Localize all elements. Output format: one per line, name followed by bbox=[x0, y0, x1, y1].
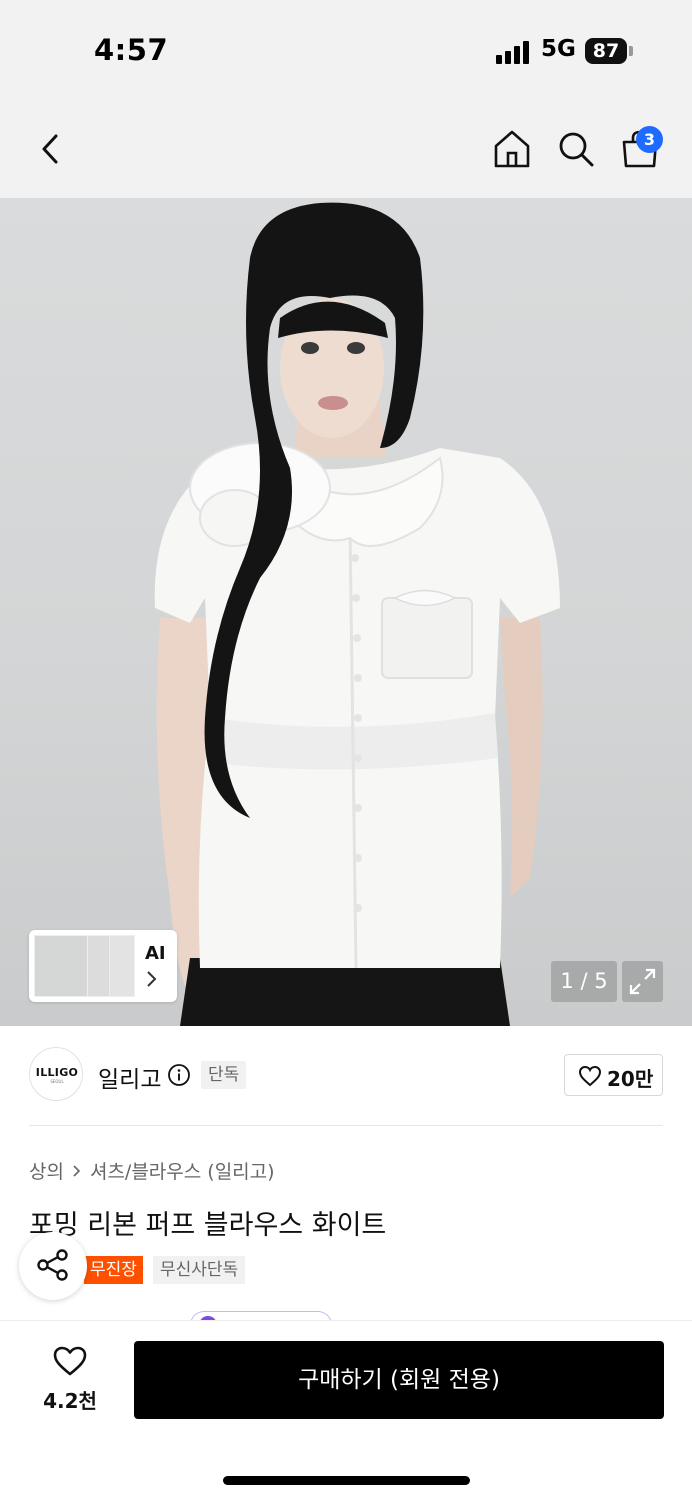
brand-logo[interactable]: ILLIGO SEOUL bbox=[29, 1047, 83, 1101]
brand-like-button[interactable]: 20만 bbox=[564, 1054, 663, 1096]
chevron-right-icon bbox=[147, 971, 157, 987]
home-indicator bbox=[223, 1476, 470, 1485]
free-install-tag: 무진장 bbox=[84, 1256, 143, 1284]
search-icon[interactable] bbox=[556, 128, 596, 170]
model-photo bbox=[154, 202, 561, 1026]
network-label: 5G bbox=[541, 36, 576, 62]
brand-logo-subtext: SEOUL bbox=[50, 1079, 64, 1084]
back-icon[interactable] bbox=[32, 128, 72, 170]
ai-label: AI bbox=[145, 943, 166, 964]
product-image[interactable] bbox=[0, 198, 692, 1026]
ai-thumbnail bbox=[109, 935, 135, 997]
brand-exclusive-tag: 단독 bbox=[201, 1061, 247, 1089]
cart-count-badge: 3 bbox=[636, 126, 663, 153]
breadcrumb: 상의 셔츠/블라우스 (일리고) bbox=[29, 1157, 275, 1184]
battery-icon: 87 bbox=[585, 38, 627, 64]
image-page-counter: 1 / 5 bbox=[551, 961, 617, 1002]
expand-icon[interactable] bbox=[622, 961, 663, 1002]
status-bar: 4:57 5G 87 bbox=[0, 0, 692, 100]
top-nav-bar bbox=[0, 100, 692, 198]
ai-thumbnail bbox=[34, 935, 92, 997]
heart-icon bbox=[578, 1065, 602, 1087]
signal-icon bbox=[496, 40, 532, 64]
ai-recommend-card[interactable]: AI bbox=[29, 930, 177, 1002]
home-icon[interactable] bbox=[492, 128, 532, 170]
breadcrumb-subcategory[interactable]: 셔츠/블라우스 (일리고) bbox=[90, 1161, 275, 1183]
wishlist-button[interactable]: 4.2천 bbox=[30, 1345, 110, 1415]
divider bbox=[29, 1125, 663, 1126]
battery-cap bbox=[629, 46, 633, 56]
product-title: 포밍 리본 퍼프 블라우스 화이트 bbox=[29, 1210, 387, 1241]
chevron-right-icon bbox=[73, 1165, 81, 1177]
share-icon bbox=[37, 1249, 68, 1281]
status-time: 4:57 bbox=[94, 33, 169, 67]
musinsa-exclusive-tag: 무신사단독 bbox=[153, 1256, 246, 1284]
brand-name[interactable]: 일리고 bbox=[98, 1060, 161, 1094]
share-button[interactable] bbox=[19, 1232, 87, 1300]
wishlist-count: 4.2천 bbox=[43, 1389, 97, 1413]
brand-logo-text: ILLIGO bbox=[35, 1066, 79, 1079]
brand-like-count: 20만 bbox=[607, 1067, 654, 1091]
info-icon[interactable] bbox=[167, 1063, 191, 1087]
buy-button[interactable]: 구매하기 (회원 전용) bbox=[134, 1341, 664, 1419]
breadcrumb-category[interactable]: 상의 bbox=[29, 1161, 64, 1183]
heart-icon bbox=[53, 1346, 87, 1376]
